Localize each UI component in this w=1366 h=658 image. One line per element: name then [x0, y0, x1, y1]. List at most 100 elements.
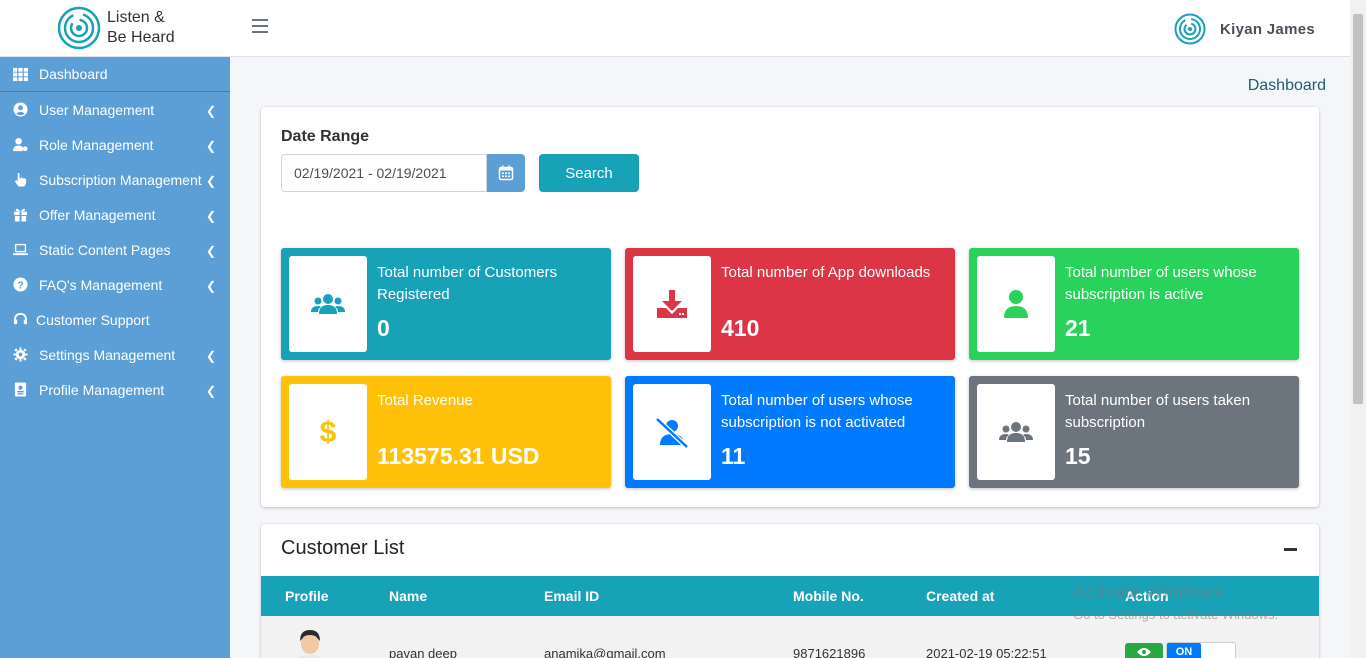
table-row: pavan deep anamika@gmail.com 9871621896 … — [261, 616, 1319, 658]
sidebar-item-label: Static Content Pages — [39, 241, 171, 258]
svg-text:$: $ — [320, 416, 337, 449]
svg-text:?: ? — [17, 280, 23, 291]
stat-value: 15 — [1065, 443, 1091, 469]
sidebar-item-role-management[interactable]: Role Management ❮ — [0, 127, 230, 162]
stat-value: 410 — [721, 315, 760, 341]
laptop-icon — [12, 242, 28, 258]
sidebar-item-offer-management[interactable]: Offer Management ❮ — [0, 197, 230, 232]
customer-name: pavan deep — [389, 646, 457, 658]
page-scrollbar[interactable] — [1350, 0, 1366, 658]
sidebar-item-label: Profile Management — [39, 381, 165, 398]
sidebar-item-label: Offer Management — [39, 206, 156, 223]
stat-app-downloads[interactable]: Total number of App downloads 410 — [625, 248, 955, 360]
stat-customers-registered[interactable]: Total number of Customers Registered 0 — [281, 248, 611, 360]
sidebar-item-user-management[interactable]: User Management ❮ — [0, 92, 230, 127]
stat-value: 0 — [377, 315, 390, 341]
eye-icon — [1137, 648, 1151, 656]
stat-total-revenue[interactable]: $ Total Revenue 113575.31 USD — [281, 376, 611, 488]
view-button[interactable] — [1125, 643, 1163, 658]
logo-icon — [57, 6, 101, 50]
chevron-left-icon: ❮ — [205, 384, 216, 398]
column-header-created-at[interactable]: Created at — [926, 588, 994, 604]
stat-icon-box — [289, 256, 367, 352]
customer-created-at: 2021-02-19 05:22:51 — [926, 646, 1047, 658]
calendar-button[interactable] — [487, 154, 525, 192]
stat-icon-box: $ — [289, 384, 367, 480]
stat-active-subscriptions[interactable]: Total number of users whose subscription… — [969, 248, 1299, 360]
stat-label: Total number of App downloads — [721, 264, 931, 281]
sidebar-item-label: Customer Support — [36, 311, 150, 328]
sidebar-item-label: User Management — [39, 101, 155, 118]
users-icon — [311, 294, 345, 314]
column-header-email[interactable]: Email ID — [544, 588, 599, 604]
stat-value: 11 — [721, 443, 746, 469]
stat-label: Total number of users taken subscription — [1065, 392, 1251, 431]
windows-activation-watermark: Activate Windows Go to Settings to activ… — [1073, 582, 1278, 622]
brand[interactable]: Listen & Be Heard — [0, 0, 230, 57]
stat-icon-box — [977, 384, 1055, 480]
sidebar-item-label: Dashboard — [39, 66, 108, 82]
user-icon — [1004, 290, 1028, 318]
stat-icon-box — [633, 256, 711, 352]
search-button[interactable]: Search — [539, 154, 639, 192]
collapse-icon[interactable] — [1284, 548, 1297, 551]
gear-icon — [12, 347, 28, 363]
stat-subscription-not-activated[interactable]: Total number of users whose subscription… — [625, 376, 955, 488]
stat-value: 113575.31 USD — [377, 443, 540, 469]
customer-email: anamika@gmail.com — [544, 646, 666, 658]
stat-label: Total number of Customers Registered — [377, 264, 558, 303]
chevron-left-icon: ❮ — [205, 104, 216, 118]
sidebar-item-faqs-management[interactable]: ? FAQ's Management ❮ — [0, 267, 230, 302]
customer-list-title: Customer List — [281, 537, 405, 559]
watermark-subtitle: Go to Settings to activate Windows. — [1073, 607, 1279, 622]
sidebar-item-settings-management[interactable]: Settings Management ❮ — [0, 337, 230, 372]
stat-label: Total number of users whose subscription… — [1065, 264, 1257, 303]
id-badge-icon — [12, 382, 28, 398]
stat-label: Total Revenue — [377, 392, 473, 409]
brand-line2: Be Heard — [107, 29, 175, 46]
scrollbar-thumb[interactable] — [1353, 14, 1363, 404]
toggle-on-label: ON — [1167, 643, 1201, 658]
dollar-icon: $ — [320, 416, 337, 449]
chevron-left-icon: ❮ — [205, 349, 216, 363]
date-range-input[interactable] — [281, 154, 487, 192]
stat-value: 21 — [1065, 315, 1091, 341]
stat-label: Total number of users whose subscription… — [721, 392, 913, 431]
download-icon — [657, 290, 687, 318]
hand-pointer-icon — [12, 172, 28, 188]
sidebar-item-subscription-management[interactable]: Subscription Management ❮ — [0, 162, 230, 197]
user-cog-icon — [12, 137, 28, 153]
date-range-label: Date Range — [281, 128, 370, 145]
sidebar: Listen & Be Heard Dashboard User Managem… — [0, 0, 230, 658]
user-circle-icon — [12, 102, 28, 118]
sidebar-item-profile-management[interactable]: Profile Management ❮ — [0, 372, 230, 407]
hamburger-menu-icon[interactable] — [252, 19, 268, 35]
brand-name: Listen & Be Heard — [107, 8, 175, 48]
stat-users-taken-subscription[interactable]: Total number of users taken subscription… — [969, 376, 1299, 488]
stat-icon-box — [633, 384, 711, 480]
sidebar-item-label: Role Management — [39, 136, 154, 153]
column-header-profile[interactable]: Profile — [285, 588, 329, 604]
column-header-name[interactable]: Name — [389, 588, 427, 604]
calendar-icon — [498, 165, 514, 181]
topbar: Kiyan James — [230, 0, 1350, 57]
gift-icon — [12, 207, 28, 223]
status-toggle[interactable]: ON — [1166, 642, 1236, 658]
column-header-mobile[interactable]: Mobile No. — [793, 588, 864, 604]
sidebar-item-customer-support[interactable]: Customer Support — [0, 302, 230, 337]
sidebar-item-dashboard[interactable]: Dashboard — [0, 57, 230, 92]
sidebar-item-label: Settings Management — [39, 346, 176, 363]
chevron-left-icon: ❮ — [205, 279, 216, 293]
user-name: Kiyan James — [1219, 20, 1315, 38]
question-circle-icon: ? — [12, 277, 28, 293]
headset-icon — [12, 312, 28, 328]
watermark-title: Activate Windows — [1073, 582, 1223, 603]
user-slash-icon — [655, 417, 689, 449]
avatar — [1174, 13, 1206, 45]
customer-mobile: 9871621896 — [793, 646, 866, 658]
user-menu[interactable]: Kiyan James — [1174, 13, 1315, 45]
chevron-left-icon: ❮ — [205, 244, 216, 258]
chevron-left-icon: ❮ — [205, 139, 216, 153]
breadcrumb: Dashboard — [1247, 77, 1326, 94]
sidebar-item-static-content-pages[interactable]: Static Content Pages ❮ — [0, 232, 230, 267]
